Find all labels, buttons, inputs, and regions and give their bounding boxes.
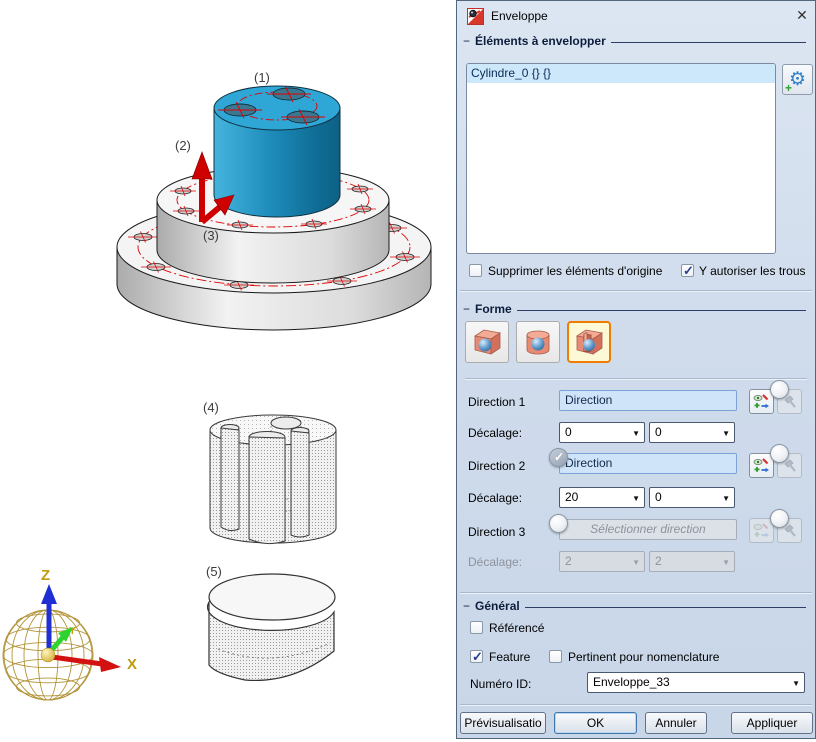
ok-button[interactable]: OK bbox=[554, 712, 637, 734]
direction3-check-knob[interactable] bbox=[549, 514, 568, 533]
add-direction-icon bbox=[753, 522, 770, 539]
decalage2-combo-a[interactable]: 20 ▼ bbox=[559, 487, 645, 508]
decalage3-combo-a: 2 ▼ bbox=[559, 551, 645, 572]
collapse-icon[interactable]: − bbox=[463, 599, 470, 613]
chevron-down-icon: ▼ bbox=[792, 674, 800, 693]
direction1-label: Direction 1 bbox=[468, 395, 525, 409]
exact-shape-envelope-icon bbox=[573, 327, 605, 357]
chevron-down-icon: ▼ bbox=[722, 489, 730, 508]
add-direction-icon bbox=[753, 393, 770, 410]
chevron-down-icon: ▼ bbox=[722, 424, 730, 443]
preview-shape-5[interactable] bbox=[208, 574, 335, 680]
direction2-knob[interactable] bbox=[770, 444, 789, 463]
preview-button[interactable]: Prévisualisatio bbox=[460, 712, 546, 734]
checkbox-feature-label: Feature bbox=[489, 650, 530, 664]
label-1: (1) bbox=[254, 70, 270, 85]
close-icon[interactable]: ✕ bbox=[793, 6, 811, 24]
decalage2-combo-b[interactable]: 0 ▼ bbox=[649, 487, 735, 508]
forme-option-cylinder[interactable] bbox=[516, 321, 560, 363]
dialog-title: Enveloppe bbox=[491, 9, 548, 23]
checkbox-reference[interactable] bbox=[470, 621, 483, 634]
group-header-forme: − Forme bbox=[463, 302, 806, 316]
forme-option-exact-shape[interactable] bbox=[567, 321, 611, 363]
elements-listbox[interactable]: Cylindre_0 {} {} bbox=[466, 63, 776, 254]
cancel-button[interactable]: Annuler bbox=[645, 712, 707, 734]
checkbox-nomenclature-label: Pertinent pour nomenclature bbox=[568, 650, 719, 664]
preview-shape-4[interactable] bbox=[210, 415, 336, 544]
axis-x-arrow bbox=[52, 657, 102, 664]
forme-option-box[interactable] bbox=[465, 321, 509, 363]
label-2: (2) bbox=[175, 138, 191, 153]
collapse-icon[interactable]: − bbox=[463, 302, 470, 316]
orientation-sphere[interactable]: Y Z X bbox=[3, 567, 137, 700]
direction1-input[interactable]: Direction bbox=[559, 390, 737, 411]
label-3: (3) bbox=[203, 228, 219, 243]
numero-id-combo[interactable]: Enveloppe_33 ▼ bbox=[587, 672, 805, 693]
decalage1-combo-a[interactable]: 0 ▼ bbox=[559, 422, 645, 443]
viewport-3d[interactable]: (1) (2) (3) (4) (5) bbox=[0, 0, 456, 739]
direction2-input[interactable]: Direction bbox=[559, 453, 737, 474]
checkbox-supprimer-origine-label: Supprimer les éléments d'origine bbox=[488, 264, 662, 278]
decalage3-combo-b: 2 ▼ bbox=[649, 551, 735, 572]
enveloppe-app-icon bbox=[467, 8, 484, 25]
checkbox-supprimer-origine[interactable] bbox=[469, 264, 482, 277]
direction2-label: Direction 2 bbox=[468, 459, 525, 473]
numero-id-label: Numéro ID: bbox=[470, 677, 531, 691]
checkbox-autoriser-trous-label: Y autoriser les trous bbox=[699, 264, 806, 278]
add-elements-button[interactable]: ⚙ + bbox=[782, 64, 813, 95]
list-item-selected[interactable]: Cylindre_0 {} {} bbox=[467, 64, 775, 83]
direction1-knob[interactable] bbox=[770, 380, 789, 399]
separator bbox=[465, 378, 807, 379]
chevron-down-icon: ▼ bbox=[632, 424, 640, 443]
chevron-down-icon: ▼ bbox=[722, 553, 730, 572]
decalage1-combo-b[interactable]: 0 ▼ bbox=[649, 422, 735, 443]
direction3-label: Direction 3 bbox=[468, 525, 525, 539]
direction3-knob[interactable] bbox=[770, 509, 789, 528]
group-header-general: − Général bbox=[463, 599, 806, 613]
axis-z-label: Z bbox=[41, 567, 50, 584]
enveloppe-dialog: Enveloppe ✕ − Éléments à envelopper Cyli… bbox=[456, 0, 816, 739]
chevron-down-icon: ▼ bbox=[632, 489, 640, 508]
decalage2-label: Décalage: bbox=[468, 491, 522, 505]
direction2-check-knob[interactable] bbox=[549, 448, 568, 467]
checkbox-reference-label: Référencé bbox=[489, 621, 544, 635]
separator bbox=[460, 704, 812, 705]
scene-svg: (1) (2) (3) (4) (5) bbox=[0, 0, 456, 739]
decalage1-label: Décalage: bbox=[468, 426, 522, 440]
label-4: (4) bbox=[203, 400, 219, 415]
apply-button[interactable]: Appliquer bbox=[731, 712, 813, 734]
box-envelope-icon bbox=[471, 327, 503, 357]
checkbox-autoriser-trous[interactable] bbox=[681, 264, 694, 277]
chevron-down-icon: ▼ bbox=[632, 553, 640, 572]
group-header-elements: − Éléments à envelopper bbox=[463, 34, 806, 48]
decalage3-label: Décalage: bbox=[468, 555, 522, 569]
checkbox-nomenclature[interactable] bbox=[549, 650, 562, 663]
label-5: (5) bbox=[206, 564, 222, 579]
axis-x-label: X bbox=[127, 656, 137, 673]
plus-badge-icon: + bbox=[785, 82, 792, 94]
collapse-icon[interactable]: − bbox=[463, 34, 470, 48]
add-direction-icon bbox=[753, 457, 770, 474]
sphere-origin-ball bbox=[41, 648, 55, 662]
direction3-input[interactable]: Sélectionner direction bbox=[559, 519, 737, 540]
checkbox-feature[interactable] bbox=[470, 650, 483, 663]
separator bbox=[460, 290, 812, 291]
separator bbox=[460, 592, 812, 593]
cylinder-envelope-icon bbox=[522, 327, 554, 357]
